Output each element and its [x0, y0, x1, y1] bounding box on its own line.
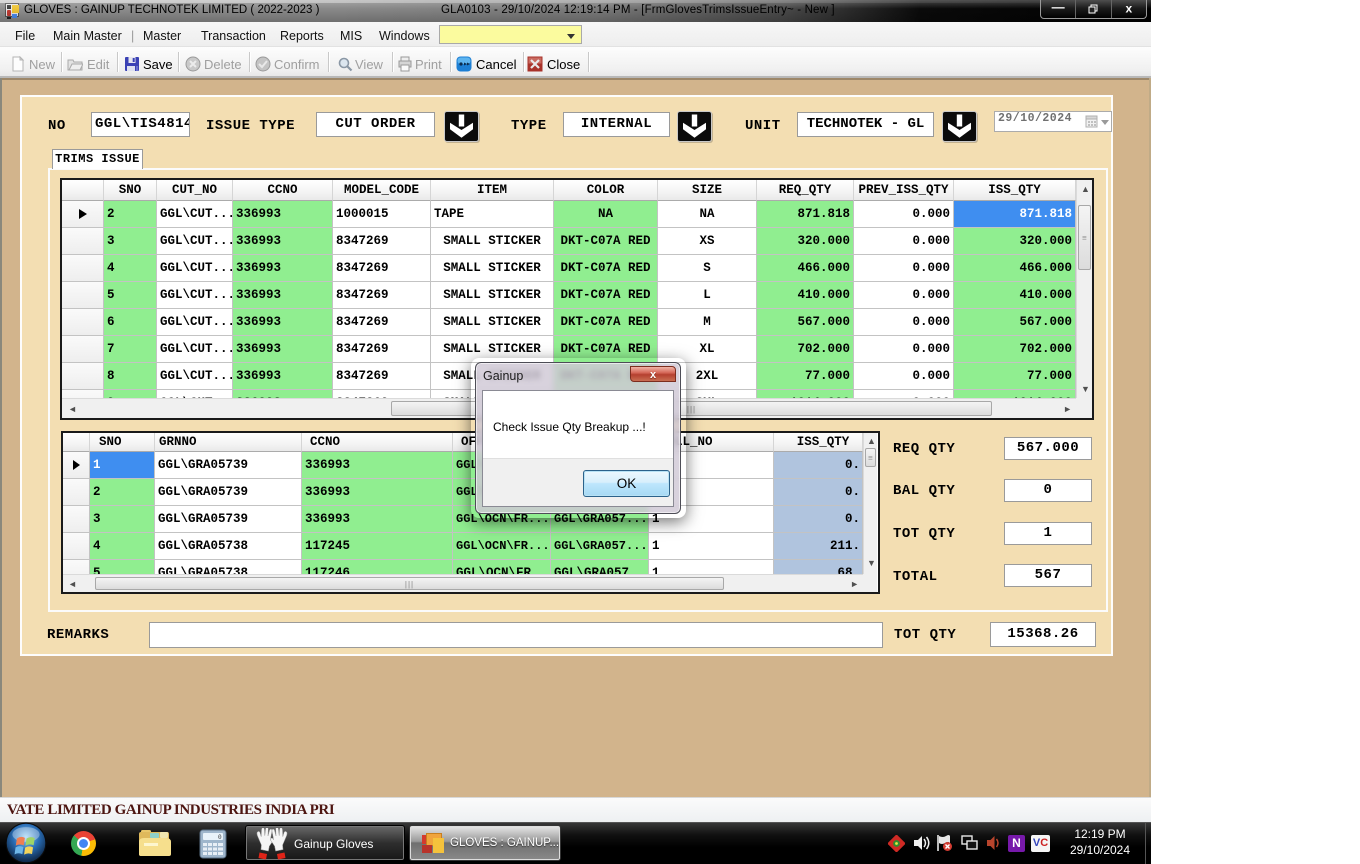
svg-text:0: 0	[218, 834, 222, 841]
